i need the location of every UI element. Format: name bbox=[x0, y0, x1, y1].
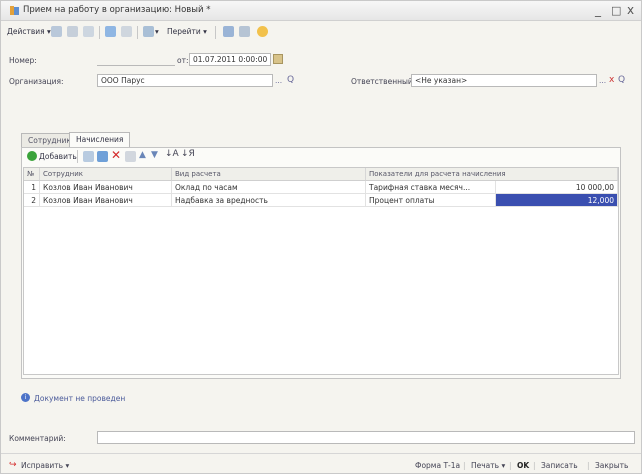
table-row-1-value[interactable]: 10 000,00 bbox=[496, 181, 618, 194]
ok-button[interactable]: OK bbox=[517, 461, 529, 470]
goto-menu[interactable]: Перейти ▾ bbox=[167, 27, 207, 36]
number-field[interactable] bbox=[97, 53, 175, 66]
print-label: Печать bbox=[471, 461, 500, 470]
based-on-icon[interactable] bbox=[143, 26, 154, 37]
based-on-dropdown[interactable]: ▾ bbox=[155, 27, 159, 36]
footer-divider bbox=[1, 453, 641, 454]
table-row-2-indicator[interactable]: Процент оплаты bbox=[366, 194, 496, 207]
fix-menu[interactable]: Исправить ▾ bbox=[21, 461, 69, 470]
footer-separator: | bbox=[533, 461, 536, 470]
column-header-calc-type[interactable]: Вид расчета bbox=[172, 168, 366, 181]
comment-field[interactable] bbox=[97, 431, 635, 444]
list-icon[interactable] bbox=[223, 26, 234, 37]
edit-row-icon[interactable] bbox=[97, 151, 108, 162]
responsible-label: Ответственный: bbox=[351, 77, 416, 86]
info-icon: i bbox=[21, 393, 30, 402]
delete-row-icon[interactable]: ✕ bbox=[111, 148, 121, 162]
structure-icon[interactable] bbox=[105, 26, 116, 37]
title-bar: Прием на работу в организацию: Новый * _… bbox=[1, 1, 641, 21]
copy-icon[interactable] bbox=[83, 26, 94, 37]
print-form-button[interactable]: Форма Т-1а bbox=[415, 461, 460, 470]
column-header-number[interactable]: № bbox=[24, 168, 40, 181]
table-row-1-employee[interactable]: Козлов Иван Иванович bbox=[40, 181, 172, 194]
close-button[interactable]: x bbox=[627, 3, 634, 17]
end-edit-icon[interactable] bbox=[125, 151, 136, 162]
calendar-icon[interactable] bbox=[273, 54, 283, 64]
organization-label: Организация: bbox=[9, 77, 64, 86]
table-row-2-number[interactable]: 2 bbox=[24, 194, 40, 207]
comment-label: Комментарий: bbox=[9, 434, 66, 443]
copy-row-icon[interactable] bbox=[83, 151, 94, 162]
fix-label: Исправить bbox=[21, 461, 64, 470]
table-row-1-indicator[interactable]: Тарифная ставка месяч... bbox=[366, 181, 496, 194]
tab-accruals[interactable]: Начисления bbox=[69, 132, 131, 147]
window-title: Прием на работу в организацию: Новый * bbox=[23, 5, 211, 15]
column-header-indicators[interactable]: Показатели для расчета начисления bbox=[366, 168, 618, 181]
table-row-2-calc-type[interactable]: Надбавка за вредность bbox=[172, 194, 366, 207]
table-row-2-employee[interactable]: Козлов Иван Иванович bbox=[40, 194, 172, 207]
minimize-button[interactable]: _ bbox=[595, 3, 601, 17]
posting-status: Документ не проведен bbox=[34, 394, 126, 403]
organization-field[interactable]: ООО Парус bbox=[97, 74, 273, 87]
table-row-2-value-selected[interactable]: 12,000 bbox=[496, 194, 618, 207]
add-button[interactable]: Добавить bbox=[39, 152, 77, 161]
grid-toolbar: Добавить ✕ ▲ ▼ ↓A ↓Я bbox=[25, 148, 225, 163]
toolbar-separator bbox=[137, 26, 138, 39]
add-icon bbox=[27, 151, 37, 161]
date-field[interactable]: 01.07.2011 0:00:00 bbox=[189, 53, 271, 66]
toolbar-separator bbox=[215, 26, 216, 39]
date-from-label: от: bbox=[177, 56, 189, 65]
table-row-1-number[interactable]: 1 bbox=[24, 181, 40, 194]
save-icon[interactable] bbox=[51, 26, 62, 37]
journal-icon[interactable] bbox=[239, 26, 250, 37]
organization-select-button[interactable]: ... bbox=[275, 76, 282, 85]
move-down-icon[interactable]: ▼ bbox=[151, 150, 158, 160]
move-up-icon[interactable]: ▲ bbox=[139, 150, 146, 160]
post-icon[interactable] bbox=[67, 26, 78, 37]
number-label: Номер: bbox=[9, 56, 37, 65]
accruals-table: № Сотрудник Вид расчета Показатели для р… bbox=[23, 167, 619, 375]
responsible-field[interactable]: <Не указан> bbox=[411, 74, 597, 87]
document-icon bbox=[10, 6, 19, 15]
movements-icon[interactable] bbox=[121, 26, 132, 37]
grid-toolbar-separator bbox=[77, 150, 78, 163]
goto-label: Перейти bbox=[167, 27, 201, 36]
footer-separator: | bbox=[587, 461, 590, 470]
organization-open-icon[interactable]: Q bbox=[287, 75, 294, 85]
help-icon[interactable] bbox=[257, 26, 268, 37]
print-menu[interactable]: Печать ▾ bbox=[471, 461, 505, 470]
fix-icon: ↪ bbox=[9, 460, 17, 470]
actions-label: Действия bbox=[7, 27, 45, 36]
responsible-clear-icon[interactable]: x bbox=[609, 75, 614, 85]
footer-separator: | bbox=[509, 461, 512, 470]
responsible-open-icon[interactable]: Q bbox=[618, 75, 625, 85]
actions-menu[interactable]: Действия ▾ bbox=[7, 27, 51, 36]
column-header-employee[interactable]: Сотрудник bbox=[40, 168, 172, 181]
toolbar-separator bbox=[99, 26, 100, 39]
sort-asc-icon[interactable]: ↓A bbox=[165, 149, 179, 159]
close-window-button[interactable]: Закрыть bbox=[595, 461, 628, 470]
table-row-1-calc-type[interactable]: Оклад по часам bbox=[172, 181, 366, 194]
main-toolbar: Действия ▾ ▾ Перейти ▾ bbox=[1, 23, 641, 41]
document-window: Прием на работу в организацию: Новый * _… bbox=[0, 0, 642, 474]
footer-separator: | bbox=[463, 461, 466, 470]
sort-desc-icon[interactable]: ↓Я bbox=[181, 149, 195, 159]
save-button[interactable]: Записать bbox=[541, 461, 578, 470]
responsible-select-button[interactable]: ... bbox=[599, 76, 606, 85]
maximize-button[interactable]: □ bbox=[611, 4, 621, 17]
